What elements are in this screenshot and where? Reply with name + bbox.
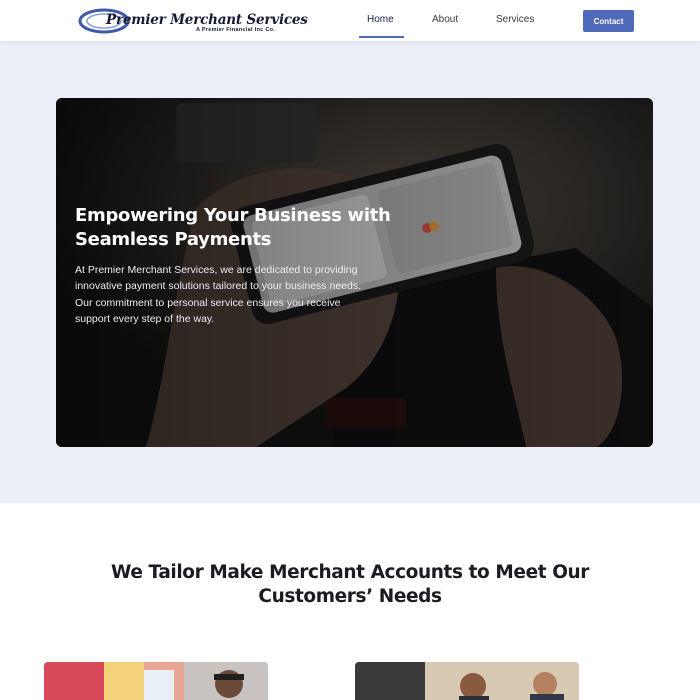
- business-meeting-image: [355, 662, 579, 700]
- company-logo[interactable]: Premier Merchant Services A Premier Fina…: [78, 6, 308, 36]
- business-meeting-photo: [355, 662, 579, 700]
- nav-services[interactable]: Services: [496, 14, 534, 25]
- logo-name: Premier Merchant Services: [106, 12, 308, 28]
- hero-banner: Empowering Your Business with Seamless P…: [56, 98, 653, 447]
- merchant-shop-photo: [44, 662, 268, 700]
- tailor-heading: We Tailor Make Merchant Accounts to Meet…: [110, 562, 590, 607]
- nav-about[interactable]: About: [432, 14, 458, 25]
- hero-description: At Premier Merchant Services, we are ded…: [75, 264, 362, 326]
- hero-title: Empowering Your Business with Seamless P…: [75, 205, 391, 250]
- nav-home-active-indicator: [359, 36, 404, 38]
- hero-section: Empowering Your Business with Seamless P…: [0, 42, 700, 503]
- tailor-section: We Tailor Make Merchant Accounts to Meet…: [0, 503, 700, 700]
- nav-home[interactable]: Home: [367, 14, 394, 25]
- contact-button[interactable]: Contact: [583, 10, 634, 32]
- merchant-shop-image: [44, 662, 268, 700]
- logo-subtitle: A Premier Financial Inc Co.: [196, 27, 276, 33]
- site-header: Premier Merchant Services A Premier Fina…: [0, 0, 700, 42]
